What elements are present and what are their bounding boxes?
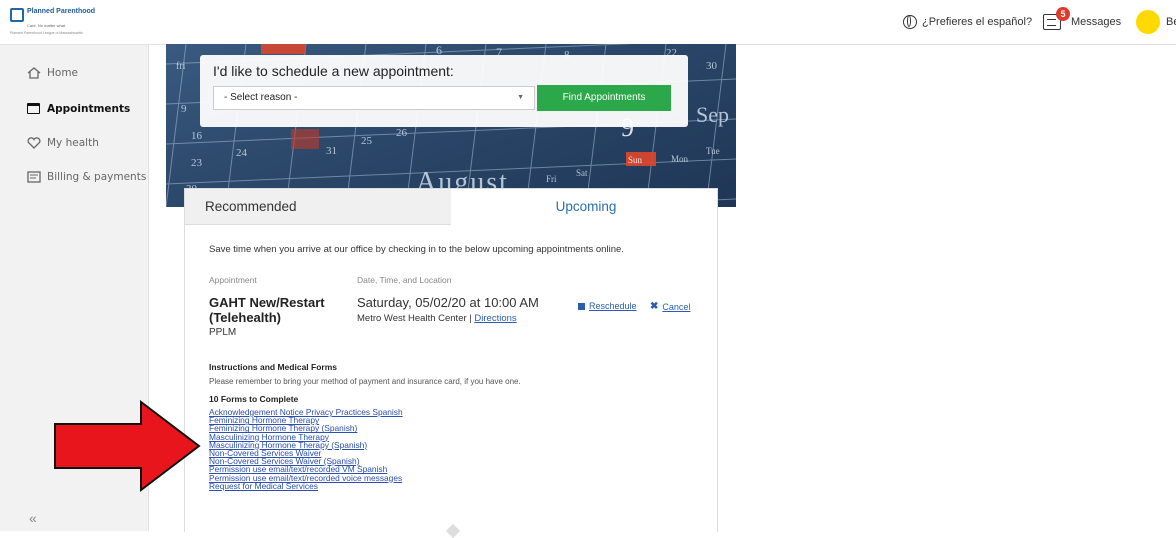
top-bar: Planned Parenthood Care. No matter what.… <box>0 0 1176 45</box>
svg-text:31: 31 <box>326 145 337 157</box>
list-item: Request for Medical Services <box>209 481 403 491</box>
tab-upcoming[interactable]: Upcoming <box>451 189 717 225</box>
column-header-appointment: Appointment <box>209 275 257 285</box>
sidebar-item-label: My health <box>47 137 99 149</box>
appointment-location: Metro West Health Center | Directions <box>357 313 517 324</box>
forms-list: Acknowledgement Notice Privacy Practices… <box>209 408 403 490</box>
language-label: ¿Prefieres el español? <box>922 16 1033 28</box>
svg-text:Sat: Sat <box>576 168 588 178</box>
appointment-date: Saturday, 05/02/20 at 10:00 AM <box>357 295 539 310</box>
language-toggle[interactable]: ¿Prefieres el español? <box>903 0 1032 44</box>
sidebar-item-label: Billing & payments <box>47 171 147 183</box>
logo-text: Planned Parenthood <box>27 8 96 15</box>
close-icon: ✖ <box>650 301 659 312</box>
appointment-name: GAHT New/Restart (Telehealth) <box>209 295 325 325</box>
home-icon <box>27 67 41 79</box>
avatar <box>1136 10 1160 34</box>
sidebar-item-home[interactable]: Home <box>27 67 78 79</box>
svg-text:Sun: Sun <box>628 155 643 165</box>
sidebar-item-appointments[interactable]: Appointments <box>27 103 130 115</box>
messages-icon: 5 <box>1043 7 1070 30</box>
schedule-title: I'd like to schedule a new appointment: <box>213 63 454 79</box>
instructions-title: Instructions and Medical Forms <box>209 362 337 372</box>
calendar-icon <box>578 302 585 310</box>
calendar-icon <box>27 103 41 115</box>
logo-tagline: Care. No matter what. <box>27 23 67 28</box>
directions-link[interactable]: Directions <box>474 313 516 324</box>
sidebar-item-my-health[interactable]: My health <box>27 137 99 149</box>
messages-count-badge: 5 <box>1056 7 1070 21</box>
reason-select[interactable]: - Select reason - ▼ <box>213 86 535 110</box>
column-header-datetime: Date, Time, and Location <box>357 275 452 285</box>
heart-icon <box>27 137 41 149</box>
svg-text:Tue: Tue <box>706 146 720 156</box>
schedule-appointment-panel: I'd like to schedule a new appointment: … <box>200 55 688 127</box>
planned-parenthood-logo[interactable]: Planned Parenthood Care. No matter what.… <box>10 8 102 38</box>
logo-affiliate: Planned Parenthood League of Massachuset… <box>10 31 83 35</box>
find-appointments-button[interactable]: Find Appointments <box>537 85 671 111</box>
user-name: Be <box>1166 16 1176 28</box>
reschedule-label: Reschedule <box>589 301 637 311</box>
svg-text:Sep: Sep <box>696 102 729 127</box>
sidebar-item-billing[interactable]: Billing & payments <box>27 171 146 183</box>
upcoming-intro-text: Save time when you arrive at our office … <box>209 244 624 255</box>
svg-text:24: 24 <box>236 147 248 159</box>
reason-select-value: - Select reason - <box>224 92 298 103</box>
cancel-label: Cancel <box>662 301 691 312</box>
svg-text:26: 26 <box>396 127 408 139</box>
reschedule-link[interactable]: Reschedule <box>578 301 637 311</box>
svg-text:Mon: Mon <box>671 154 689 164</box>
messages-label: Messages <box>1071 16 1122 28</box>
chevron-down-icon: ▼ <box>517 94 524 101</box>
forms-title: 10 Forms to Complete <box>209 394 299 404</box>
location-name: Metro West Health Center | <box>357 313 475 324</box>
logo-mark-icon <box>10 8 24 22</box>
messages-button[interactable]: 5 Messages <box>1043 0 1121 44</box>
red-arrow-annotation <box>54 400 201 492</box>
svg-text:23: 23 <box>191 157 203 169</box>
form-link[interactable]: Request for Medical Services <box>209 481 318 491</box>
svg-text:Fri: Fri <box>546 174 557 184</box>
instructions-text: Please remember to bring your method of … <box>209 377 521 386</box>
appointment-org: PPLM <box>209 327 237 338</box>
collapse-sidebar-button[interactable]: « <box>29 510 37 526</box>
bill-icon <box>27 171 41 183</box>
svg-text:16: 16 <box>191 130 203 142</box>
sidebar-item-label: Appointments <box>47 103 131 115</box>
cancel-link[interactable]: ✖ Cancel <box>650 301 690 312</box>
svg-text:9: 9 <box>181 103 187 115</box>
sidebar-item-label: Home <box>47 67 79 79</box>
appointments-card: Recommended Upcoming Save time when you … <box>184 188 718 532</box>
globe-icon <box>903 15 917 29</box>
tab-recommended[interactable]: Recommended <box>185 189 451 225</box>
user-menu[interactable]: Be <box>1136 0 1176 44</box>
svg-text:30: 30 <box>706 60 718 72</box>
svg-text:fri: fri <box>176 61 186 72</box>
svg-text:25: 25 <box>361 135 373 147</box>
